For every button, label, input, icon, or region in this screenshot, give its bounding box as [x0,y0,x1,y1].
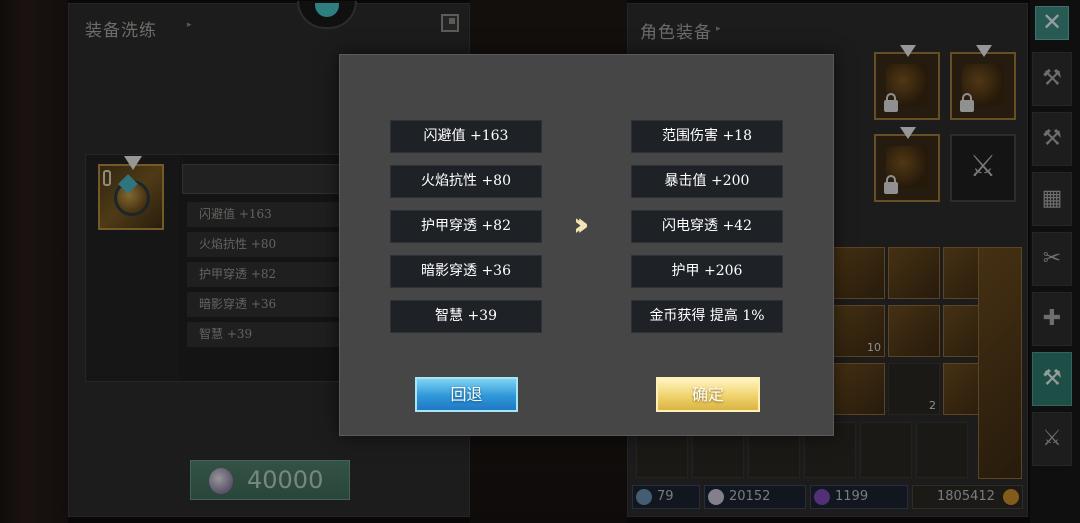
new-stat-box: 金币获得 提高 1% [631,300,783,333]
new-stat-box: 护甲 +206 [631,255,783,288]
new-stat-box: 闪电穿透 +42 [631,210,783,243]
new-stat-box: 范围伤害 +18 [631,120,783,153]
confirm-button[interactable]: 确定 [656,377,760,412]
old-stat-box: 火焰抗性 +80 [390,165,542,198]
old-stat-box: 护甲穿透 +82 [390,210,542,243]
old-stat-box: 智慧 +39 [390,300,542,333]
double-chevron-right-icon: ›› [573,205,589,243]
back-button[interactable]: 回退 [415,377,518,412]
new-stat-box: 暴击值 +200 [631,165,783,198]
refine-result-dialog: 闪避值 +163 火焰抗性 +80 护甲穿透 +82 暗影穿透 +36 智慧 +… [339,54,834,436]
old-stat-box: 暗影穿透 +36 [390,255,542,288]
old-stat-box: 闪避值 +163 [390,120,542,153]
